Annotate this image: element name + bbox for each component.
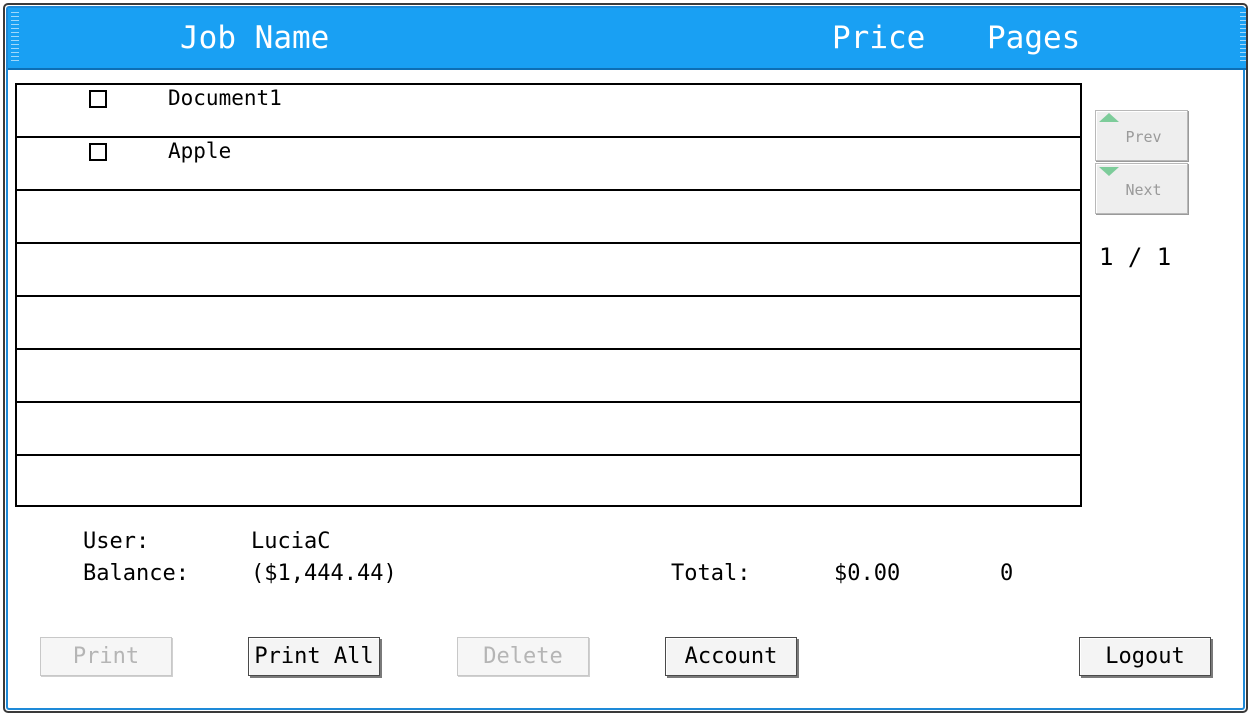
page-indicator: 1 / 1 bbox=[1099, 243, 1172, 271]
total-price: $0.00 bbox=[834, 561, 901, 586]
arrow-up-icon bbox=[1099, 113, 1119, 122]
arrow-down-icon bbox=[1099, 167, 1119, 176]
empty-row bbox=[17, 456, 1080, 509]
total-label: Total: bbox=[671, 561, 751, 586]
column-header-bar: Job Name Price Pages bbox=[8, 8, 1246, 70]
user-value: LuciaC bbox=[251, 529, 331, 554]
column-pages: Pages bbox=[987, 20, 1081, 56]
job-row[interactable]: Apple bbox=[17, 138, 1080, 191]
next-label: Next bbox=[1125, 181, 1162, 199]
job-row[interactable]: Document1 bbox=[17, 85, 1080, 138]
logout-button[interactable]: Logout bbox=[1079, 637, 1211, 676]
balance-value: ($1,444.44) bbox=[251, 561, 397, 586]
empty-row bbox=[17, 191, 1080, 244]
column-price: Price bbox=[832, 20, 926, 56]
job-name: Document1 bbox=[168, 86, 282, 110]
job-checkbox[interactable] bbox=[89, 90, 107, 108]
next-page-button[interactable]: Next bbox=[1095, 163, 1188, 214]
job-checkbox[interactable] bbox=[89, 143, 107, 161]
column-job-name: Job Name bbox=[180, 20, 330, 56]
print-button[interactable]: Print bbox=[40, 637, 172, 676]
total-pages: 0 bbox=[1000, 561, 1014, 586]
empty-row bbox=[17, 244, 1080, 297]
balance-label: Balance: bbox=[83, 561, 189, 586]
prev-page-button[interactable]: Prev bbox=[1095, 110, 1188, 161]
delete-button[interactable]: Delete bbox=[457, 637, 589, 676]
header-grip-left bbox=[11, 12, 19, 64]
prev-label: Prev bbox=[1125, 128, 1162, 146]
empty-row bbox=[17, 403, 1080, 456]
job-list: Document1 Apple bbox=[15, 83, 1082, 507]
user-label: User: bbox=[83, 529, 150, 554]
header-grip-right bbox=[1240, 12, 1246, 64]
empty-row bbox=[17, 350, 1080, 403]
print-all-button[interactable]: Print All bbox=[248, 637, 380, 676]
job-name: Apple bbox=[168, 139, 232, 163]
empty-row bbox=[17, 297, 1080, 350]
account-button[interactable]: Account bbox=[665, 637, 797, 676]
